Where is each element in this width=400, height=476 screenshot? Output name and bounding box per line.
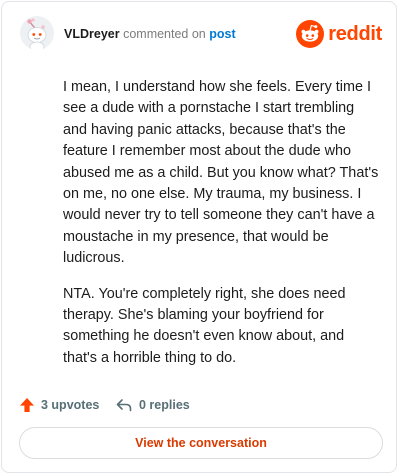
reply-arrow-icon: [116, 399, 132, 412]
comment-byline: VLDreyer commented on post: [64, 27, 236, 41]
comment-body: I mean, I understand how she feels. Ever…: [63, 77, 379, 379]
username-link[interactable]: VLDreyer: [64, 27, 120, 41]
view-conversation-button[interactable]: View the conversation: [19, 427, 383, 459]
upvote-button[interactable]: 3 upvotes: [19, 392, 99, 418]
snoo-avatar-icon: [20, 16, 54, 50]
comment-paragraph: NTA. You're completely right, she does n…: [63, 285, 346, 366]
reddit-wordmark: reddit: [328, 22, 382, 45]
comment-header: VLDreyer commented on post reddit: [2, 2, 398, 72]
post-link[interactable]: post: [209, 27, 235, 41]
comment-footer: 3 upvotes 0 replies: [2, 392, 398, 418]
upvote-count: 3 upvotes: [41, 398, 100, 412]
reddit-brand[interactable]: reddit: [296, 19, 382, 49]
reply-count: 0 replies: [139, 398, 190, 412]
replies-button[interactable]: 0 replies: [115, 392, 190, 418]
user-avatar[interactable]: [20, 16, 54, 50]
comment-paragraph: I mean, I understand how she feels. Ever…: [63, 79, 379, 267]
upvote-arrow-icon: [20, 398, 34, 412]
byline-action-text: commented on: [123, 27, 206, 41]
comment-card: VLDreyer commented on post reddit I mean…: [1, 1, 397, 473]
reddit-logo-icon: [296, 20, 325, 48]
